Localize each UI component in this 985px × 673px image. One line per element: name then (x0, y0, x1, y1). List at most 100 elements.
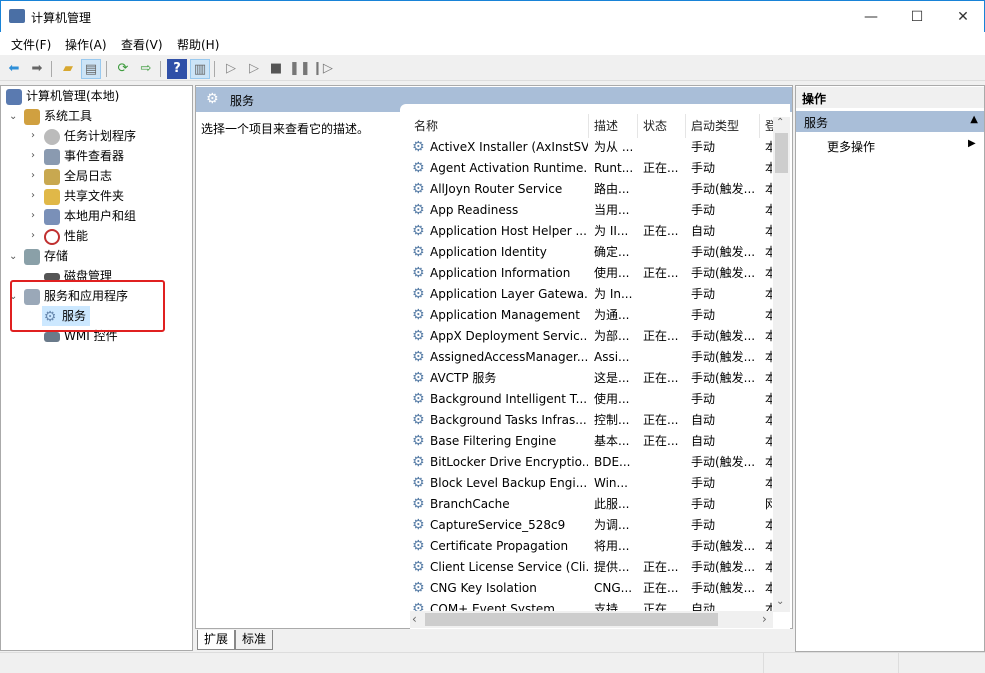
tree-item-event-viewer[interactable]: 事件查看器 (44, 146, 124, 166)
gear-icon: ⚙ (412, 181, 425, 197)
table-row[interactable]: ⚙ BitLocker Drive Encryptio... BDE... 手动(触发… (410, 452, 772, 473)
event-viewer-icon (44, 148, 60, 165)
start-icon[interactable]: ▷ (221, 59, 241, 79)
scroll-right-icon[interactable]: › (762, 612, 767, 626)
close-button[interactable]: ✕ (940, 1, 985, 33)
table-row[interactable]: ⚙ Application Information 使用... 正在... 手动(触发.… (410, 263, 772, 284)
show-hide-tree-icon[interactable]: ▤ (81, 59, 101, 79)
menu-help[interactable]: 帮助(H) (177, 36, 219, 53)
highlight-box (10, 280, 165, 332)
collapse-icon[interactable]: ▲ (970, 114, 978, 125)
scroll-down-icon[interactable]: ⌄ (776, 596, 784, 607)
cell-logon-as: 本 (765, 455, 772, 469)
column-header-startup-type[interactable]: 启动类型 (691, 117, 739, 137)
table-row[interactable]: ⚙ Application Host Helper ... 为 II... 正在...… (410, 221, 772, 242)
tree-item-system-tools[interactable]: 系统工具 (24, 106, 92, 126)
show-hide-action-icon[interactable]: ▥ (190, 59, 210, 79)
chevron-right-icon[interactable]: › (31, 190, 35, 201)
cell-description: 当用... (594, 203, 630, 217)
cell-description: 确定... (594, 245, 630, 259)
up-folder-icon[interactable]: ▰ (58, 59, 78, 79)
tab-extended[interactable]: 扩展 (197, 630, 236, 650)
gear-icon: ⚙ (412, 286, 425, 302)
submenu-arrow-icon[interactable]: ▶ (968, 138, 976, 149)
chevron-right-icon[interactable]: › (31, 210, 35, 221)
chevron-right-icon[interactable]: › (31, 150, 35, 161)
scroll-up-icon[interactable]: ⌃ (776, 117, 784, 128)
tree-item-shared-folders[interactable]: 共享文件夹 (44, 186, 124, 206)
more-actions[interactable]: 更多操作 (827, 138, 875, 155)
cell-description: 此服... (594, 497, 630, 511)
column-divider[interactable] (685, 114, 686, 138)
table-row[interactable]: ⚙ BranchCache 此服... 手动 网 (410, 494, 772, 515)
table-row[interactable]: ⚙ AVCTP 服务 这是... 正在... 手动(触发... 本 (410, 368, 772, 389)
table-row[interactable]: ⚙ CaptureService_528c9 为调... 手动 本 (410, 515, 772, 536)
column-header-logon[interactable]: 登 (765, 117, 773, 137)
table-row[interactable]: ⚙ Background Intelligent T... 使用... 手动 本 (410, 389, 772, 410)
table-row[interactable]: ⚙ AllJoyn Router Service 路由... 手动(触发... 本 (410, 179, 772, 200)
tree-item-task-scheduler[interactable]: 任务计划程序 (44, 126, 136, 146)
table-row[interactable]: ⚙ CNG Key Isolation CNG... 正在... 手动(触发... 本 (410, 578, 772, 599)
vertical-scrollbar[interactable] (773, 117, 790, 612)
tree-item-storage[interactable]: 存储 (24, 246, 68, 266)
vertical-scroll-thumb[interactable] (775, 133, 788, 173)
tree-item-performance[interactable]: 性能 (44, 226, 88, 246)
table-row[interactable]: ⚙ AssignedAccessManager... Assi... 手动(触发...… (410, 347, 772, 368)
cell-logon-as: 本 (765, 476, 772, 490)
table-row[interactable]: ⚙ ActiveX Installer (AxInstSV) 为从 ... 手动 本 (410, 137, 772, 158)
chevron-down-icon[interactable]: ⌄ (9, 251, 17, 262)
tree-item-global-logs[interactable]: 全局日志 (44, 166, 112, 186)
table-row[interactable]: ⚙ Application Management 为通... 手动 本 (410, 305, 772, 326)
start-alt-icon[interactable]: ▷ (244, 59, 264, 79)
table-row[interactable]: ⚙ Agent Activation Runtime... Runt... 正在...… (410, 158, 772, 179)
cell-startup-type: 手动 (691, 476, 716, 490)
table-row[interactable]: ⚙ Base Filtering Engine 基本... 正在... 自动 本 (410, 431, 772, 452)
table-row[interactable]: ⚙ Application Identity 确定... 手动(触发... 本 (410, 242, 772, 263)
back-icon[interactable]: ⬅ (4, 59, 24, 79)
column-header-status[interactable]: 状态 (643, 117, 667, 137)
maximize-button[interactable]: ☐ (894, 1, 940, 33)
minimize-button[interactable]: — (848, 1, 894, 33)
table-row[interactable]: ⚙ App Readiness 当用... 手动 本 (410, 200, 772, 221)
tree-label: 任务计划程序 (64, 129, 137, 143)
cell-logon-as: 本 (765, 371, 772, 385)
column-header-description[interactable]: 描述 (594, 117, 618, 137)
table-row[interactable]: ⚙ Block Level Backup Engi... Win... 手动 本 (410, 473, 772, 494)
column-divider[interactable] (759, 114, 760, 138)
cell-name: Application Management (430, 308, 580, 322)
tree-label: 计算机管理(本地) (26, 89, 120, 103)
export-icon[interactable]: ⇨ (136, 59, 156, 79)
scroll-left-icon[interactable]: ‹ (412, 612, 417, 626)
tree-item-root[interactable]: 计算机管理(本地) (6, 86, 119, 106)
menu-action[interactable]: 操作(A) (65, 36, 107, 53)
table-row[interactable]: ⚙ Client License Service (Cli... 提供... 正在..… (410, 557, 772, 578)
tree-label: 系统工具 (44, 109, 93, 123)
menu-view[interactable]: 查看(V) (121, 36, 163, 53)
cell-logon-as: 本 (765, 287, 772, 301)
column-divider[interactable] (588, 114, 589, 138)
stop-icon[interactable]: ■ (266, 59, 286, 79)
resume-icon[interactable]: ❙▷ (312, 59, 333, 79)
column-divider[interactable] (637, 114, 638, 138)
column-header-name[interactable]: 名称 (414, 117, 438, 137)
table-row[interactable]: ⚙ Application Layer Gatewa... 为 In... 手动 本 (410, 284, 772, 305)
menu-file[interactable]: 文件(F) (11, 36, 51, 53)
horizontal-scroll-thumb[interactable] (425, 613, 718, 626)
help-icon[interactable]: ? (167, 59, 187, 79)
cell-startup-type: 自动 (691, 224, 716, 238)
tree-item-local-users[interactable]: 本地用户和组 (44, 206, 136, 226)
refresh-icon[interactable]: ⟳ (113, 59, 133, 79)
chevron-right-icon[interactable]: › (31, 230, 35, 241)
cell-name: CaptureService_528c9 (430, 518, 566, 532)
chevron-right-icon[interactable]: › (31, 130, 35, 141)
actions-section-services[interactable]: 服务 ▲ (796, 111, 984, 132)
tab-standard[interactable]: 标准 (235, 630, 274, 650)
chevron-down-icon[interactable]: ⌄ (9, 111, 17, 122)
chevron-right-icon[interactable]: › (31, 170, 35, 181)
forward-icon[interactable]: ➡ (27, 59, 47, 79)
pause-icon[interactable]: ❚❚ (289, 59, 311, 79)
table-row[interactable]: ⚙ AppX Deployment Servic... 为部... 正在... 手动(触… (410, 326, 772, 347)
table-row[interactable]: ⚙ Certificate Propagation 将用... 手动(触发... 本 (410, 536, 772, 557)
table-row[interactable]: ⚙ Background Tasks Infras... 控制... 正在... 自动 本 (410, 410, 772, 431)
cell-status: 正在... (643, 434, 679, 448)
